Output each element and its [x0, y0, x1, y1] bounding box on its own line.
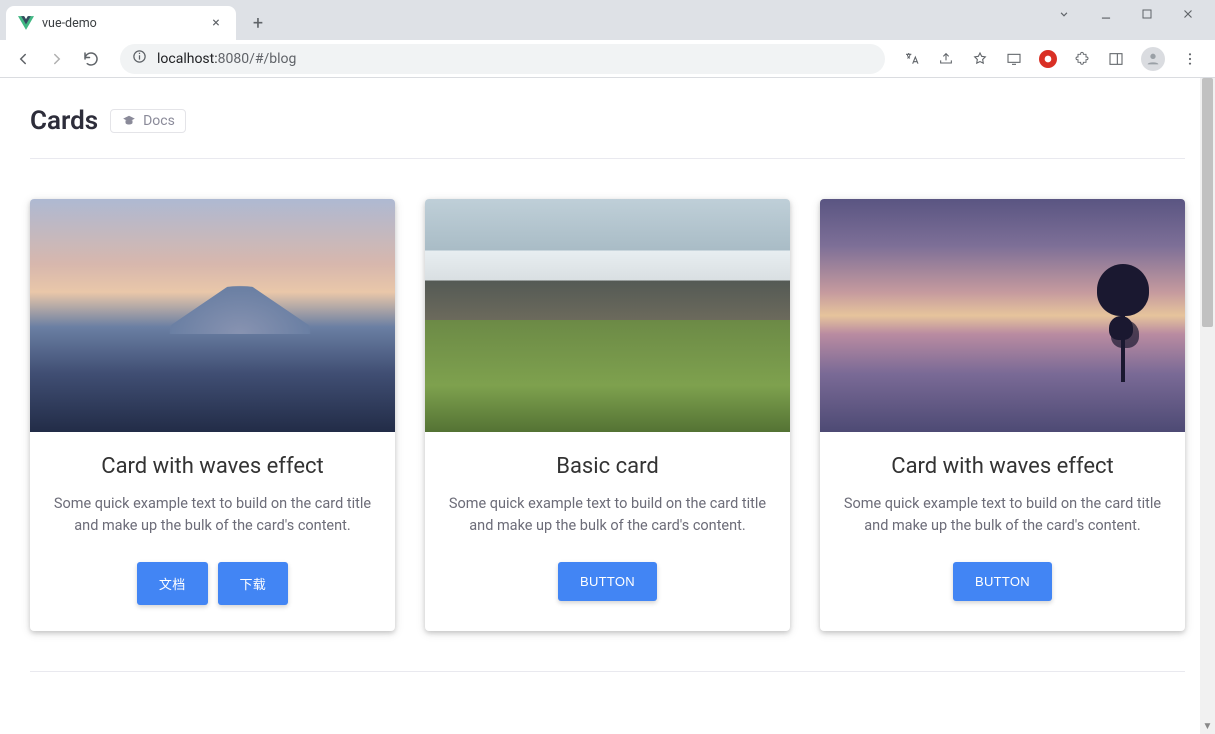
window-maximize-icon[interactable]: [1141, 8, 1153, 23]
card-button[interactable]: BUTTON: [953, 562, 1052, 601]
docs-label: Docs: [143, 113, 175, 129]
card-actions: 文档 下载: [48, 562, 377, 605]
back-button[interactable]: [8, 44, 38, 74]
tab-active[interactable]: vue-demo ×: [6, 6, 236, 40]
docs-link[interactable]: Docs: [110, 109, 186, 133]
url-text: localhost:8080/#/blog: [157, 51, 296, 67]
forward-button[interactable]: [42, 44, 72, 74]
card-row: Card with waves effect Some quick exampl…: [30, 199, 1185, 631]
card-image: [30, 199, 395, 432]
card-image: [820, 199, 1185, 432]
card-body: Basic card Some quick example text to bu…: [425, 432, 790, 627]
card-basic: Basic card Some quick example text to bu…: [425, 199, 790, 631]
card-waves-2: Card with waves effect Some quick exampl…: [820, 199, 1185, 631]
card-button-docs[interactable]: 文档: [137, 562, 208, 605]
browser-toolbar: localhost:8080/#/blog: [0, 40, 1215, 78]
card-title: Card with waves effect: [48, 454, 377, 479]
new-tab-button[interactable]: +: [244, 9, 272, 37]
card-title: Basic card: [443, 454, 772, 479]
card-button[interactable]: BUTTON: [558, 562, 657, 601]
translate-icon[interactable]: [903, 50, 921, 68]
card-actions: BUTTON: [838, 562, 1167, 601]
address-bar[interactable]: localhost:8080/#/blog: [120, 44, 885, 74]
extensions-puzzle-icon[interactable]: [1073, 50, 1091, 68]
viewport: Cards Docs Card with waves effect Some q…: [0, 78, 1215, 734]
vertical-scrollbar[interactable]: ▲ ▼: [1200, 78, 1215, 734]
bookmark-star-icon[interactable]: [971, 50, 989, 68]
extension-red-icon[interactable]: [1039, 50, 1057, 68]
reload-button[interactable]: [76, 44, 106, 74]
card-button-download[interactable]: 下载: [218, 562, 289, 605]
page-content: Cards Docs Card with waves effect Some q…: [0, 78, 1215, 734]
card-text: Some quick example text to build on the …: [838, 493, 1167, 538]
card-waves-1: Card with waves effect Some quick exampl…: [30, 199, 395, 631]
card-title: Card with waves effect: [838, 454, 1167, 479]
card-body: Card with waves effect Some quick exampl…: [30, 432, 395, 631]
divider: [30, 671, 1185, 672]
divider: [30, 158, 1185, 159]
profile-avatar-icon[interactable]: [1141, 47, 1165, 71]
card-text: Some quick example text to build on the …: [48, 493, 377, 538]
sidepanel-icon[interactable]: [1107, 50, 1125, 68]
window-minimize-icon[interactable]: [1099, 7, 1113, 24]
window-chevron-icon[interactable]: [1057, 7, 1071, 24]
display-icon[interactable]: [1005, 50, 1023, 68]
card-body: Card with waves effect Some quick exampl…: [820, 432, 1185, 627]
kebab-menu-icon[interactable]: [1181, 50, 1199, 68]
window-controls: [1037, 0, 1215, 30]
extension-icons: [895, 47, 1207, 71]
tab-close-icon[interactable]: ×: [208, 15, 224, 31]
scroll-down-icon[interactable]: ▼: [1200, 719, 1215, 734]
page-title: Cards: [30, 106, 98, 136]
page-header: Cards Docs: [30, 106, 1185, 136]
share-icon[interactable]: [937, 50, 955, 68]
graduation-cap-icon: [121, 114, 137, 128]
tab-strip: vue-demo × +: [0, 0, 1215, 40]
card-actions: BUTTON: [443, 562, 772, 601]
vue-favicon-icon: [18, 15, 34, 31]
card-image: [425, 199, 790, 432]
site-info-icon[interactable]: [132, 49, 147, 68]
tab-title: vue-demo: [42, 16, 200, 31]
window-close-icon[interactable]: [1181, 7, 1195, 24]
card-text: Some quick example text to build on the …: [443, 493, 772, 538]
scrollbar-thumb[interactable]: [1202, 78, 1213, 327]
